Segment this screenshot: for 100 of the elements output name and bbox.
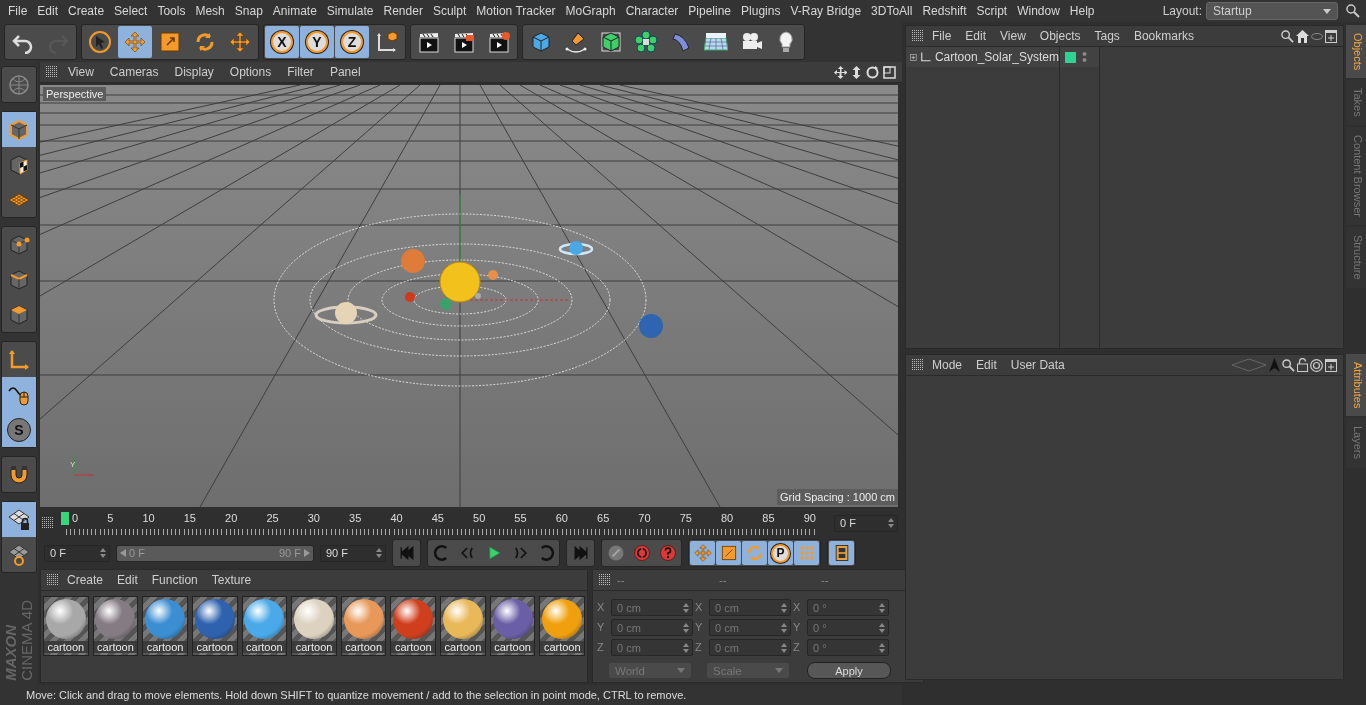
menu-item[interactable]: Edit — [111, 573, 144, 587]
material-swatch[interactable]: cartoon — [440, 596, 486, 656]
menu-item[interactable]: File — [926, 29, 958, 43]
layout-dropdown[interactable]: Startup — [1206, 2, 1338, 20]
maximize-view-icon[interactable] — [883, 65, 896, 79]
zoom-view-icon[interactable] — [851, 65, 862, 79]
menu-item[interactable]: Select — [109, 4, 153, 18]
layer-color[interactable] — [1065, 51, 1076, 63]
camera-label[interactable]: Perspective — [43, 87, 107, 101]
menu-item[interactable]: Options — [223, 65, 278, 79]
axis-lock-button[interactable]: Y — [300, 26, 334, 58]
grip-handle-icon[interactable] — [47, 574, 59, 586]
menu-item[interactable]: File — [3, 4, 33, 18]
grip-handle-icon[interactable] — [912, 359, 924, 371]
menu-item[interactable]: Panel — [323, 65, 367, 79]
material-swatch[interactable]: cartoon — [390, 596, 437, 656]
menu-item[interactable]: Simulate — [321, 4, 379, 18]
material-swatch[interactable]: cartoon — [340, 596, 387, 656]
locked-workplane-button[interactable] — [2, 502, 36, 537]
material-swatch[interactable]: cartoon — [241, 596, 288, 656]
menu-item[interactable]: Script — [971, 4, 1013, 18]
visibility-dots-icon[interactable] — [1082, 51, 1087, 63]
grip-handle-icon[interactable] — [46, 66, 58, 78]
menu-item[interactable]: Objects — [1033, 29, 1087, 43]
menu-item[interactable]: Display — [168, 65, 220, 79]
menu-item[interactable]: Cameras — [103, 65, 165, 79]
new-window-icon[interactable] — [1325, 358, 1337, 372]
menu-item[interactable]: Character — [620, 4, 684, 18]
menu-item[interactable]: Pipeline — [683, 4, 737, 18]
menu-item[interactable]: Tools — [152, 4, 191, 18]
cube-icon — [7, 117, 31, 142]
target-icon[interactable] — [1310, 358, 1323, 372]
material-swatch[interactable]: cartoon — [539, 596, 586, 656]
search-icon[interactable] — [1281, 29, 1294, 43]
home-icon[interactable] — [1296, 29, 1309, 43]
menu-item[interactable]: Filter — [281, 65, 320, 79]
timeline-button[interactable] — [829, 541, 854, 565]
menu-item[interactable]: Snap — [229, 4, 268, 18]
menu-item[interactable]: View — [62, 65, 100, 79]
material-swatch[interactable]: cartoon — [43, 596, 89, 656]
material-swatch[interactable]: cartoon — [142, 596, 188, 656]
menu-item[interactable]: Sculpt — [427, 4, 472, 18]
material-swatch[interactable]: cartoon — [489, 596, 536, 656]
start-frame-field[interactable]: 0 F — [44, 544, 110, 562]
menu-item[interactable]: Mesh — [190, 4, 230, 18]
caret-icon — [677, 668, 685, 673]
menu-item[interactable]: Edit — [32, 4, 64, 18]
model-mode-button[interactable] — [2, 112, 36, 147]
timeline-ruler[interactable]: 0 5 10 15 20 25 30 35 40 45 50 55 60 65 70 75 80 85 90 — [60, 511, 818, 535]
rotate-view-icon[interactable] — [866, 65, 879, 79]
menu-item[interactable]: Help — [1064, 4, 1100, 18]
side-tab[interactable]: Objects — [1346, 25, 1366, 79]
menu-item[interactable]: Bookmarks — [1127, 29, 1200, 43]
menu-item[interactable]: Mode — [926, 358, 969, 372]
menu-item[interactable]: Animate — [267, 4, 322, 18]
lock-icon[interactable] — [1297, 358, 1308, 372]
menu-item[interactable]: Window — [1012, 4, 1065, 18]
current-frame-field[interactable]: 0 F — [834, 514, 898, 532]
menu-item[interactable]: User Data — [1004, 358, 1071, 372]
material-swatch[interactable]: cartoon — [291, 596, 337, 656]
menu-item[interactable]: Create — [61, 573, 110, 587]
frame-number: 55 — [514, 511, 527, 525]
solo-button[interactable]: S — [2, 412, 36, 447]
apply-button[interactable]: Apply — [807, 662, 891, 679]
axis-lock-button[interactable]: Z — [335, 26, 369, 58]
material-swatch[interactable]: cartoon — [92, 596, 139, 656]
menu-item[interactable]: Redshift — [917, 4, 972, 18]
tweak-mode-button[interactable] — [2, 377, 36, 412]
grip-handle-icon[interactable] — [912, 30, 924, 42]
menu-item[interactable]: Edit — [970, 358, 1003, 372]
search-icon[interactable] — [1346, 4, 1360, 18]
key-parameter-button[interactable]: P — [768, 541, 793, 565]
expand-icon[interactable] — [910, 52, 917, 62]
menu-item[interactable]: MoGraph — [560, 4, 621, 18]
menu-item[interactable]: V-Ray Bridge — [785, 4, 867, 18]
move-view-icon[interactable] — [834, 65, 847, 79]
clapperboard-icon — [417, 30, 441, 54]
menu-item[interactable]: Create — [63, 4, 110, 18]
menu-item[interactable]: Tags — [1088, 29, 1126, 43]
menu-item[interactable]: 3DToAll — [866, 4, 918, 18]
menu-item[interactable]: Edit — [959, 29, 993, 43]
menu-item[interactable]: Function — [145, 573, 204, 587]
left-arrow-icon — [120, 549, 126, 557]
side-tab[interactable]: Attributes — [1346, 354, 1366, 417]
axis-lock-button[interactable]: X — [265, 26, 299, 58]
key-scale-button[interactable] — [716, 541, 741, 565]
menu-item[interactable]: Render — [378, 4, 428, 18]
grip-handle-icon[interactable] — [42, 517, 54, 529]
grip-handle-icon[interactable] — [599, 574, 611, 586]
menu-item[interactable]: Plugins — [736, 4, 786, 18]
menu-item[interactable]: View — [994, 29, 1032, 43]
playhead-marker[interactable] — [61, 512, 69, 525]
end-frame-field[interactable]: 90 F — [320, 544, 386, 562]
column-header: -- — [718, 574, 728, 586]
material-swatch[interactable]: cartoon — [191, 596, 238, 656]
search-icon[interactable] — [1282, 358, 1295, 372]
frame-number: 45 — [431, 511, 444, 525]
menu-item[interactable]: Motion Tracker — [471, 4, 561, 18]
menu-item[interactable]: Texture — [205, 573, 258, 587]
new-window-icon[interactable] — [1325, 29, 1337, 43]
